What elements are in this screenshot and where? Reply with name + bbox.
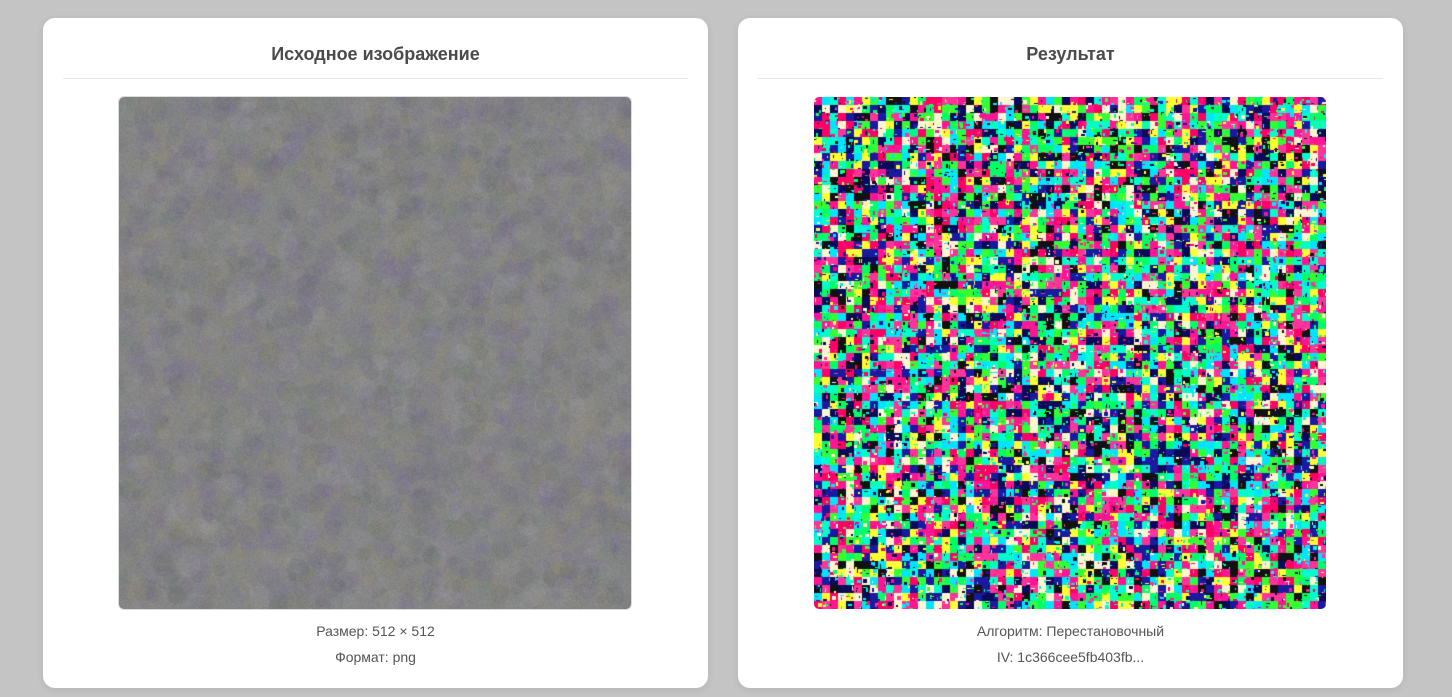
source-card-title: Исходное изображение (271, 44, 480, 64)
result-algorithm-info: Алгоритм: Перестановочный (976, 623, 1165, 639)
source-image-card: Исходное изображение Размер: 512 × 512 Ф… (43, 18, 708, 688)
source-card-divider (63, 78, 688, 79)
source-image-canvas (119, 97, 631, 609)
result-card-divider (758, 78, 1383, 79)
result-image-canvas (814, 97, 1326, 609)
result-image (814, 97, 1326, 609)
source-format-info: Формат: png (335, 649, 416, 665)
source-image (119, 97, 631, 609)
result-image-card: Результат Алгоритм: Перестановочный IV: … (738, 18, 1403, 688)
result-card-title: Результат (1026, 44, 1115, 64)
source-size-info: Размер: 512 × 512 (316, 623, 435, 639)
result-iv-info: IV: 1c366cee5fb403fb... (996, 649, 1145, 665)
